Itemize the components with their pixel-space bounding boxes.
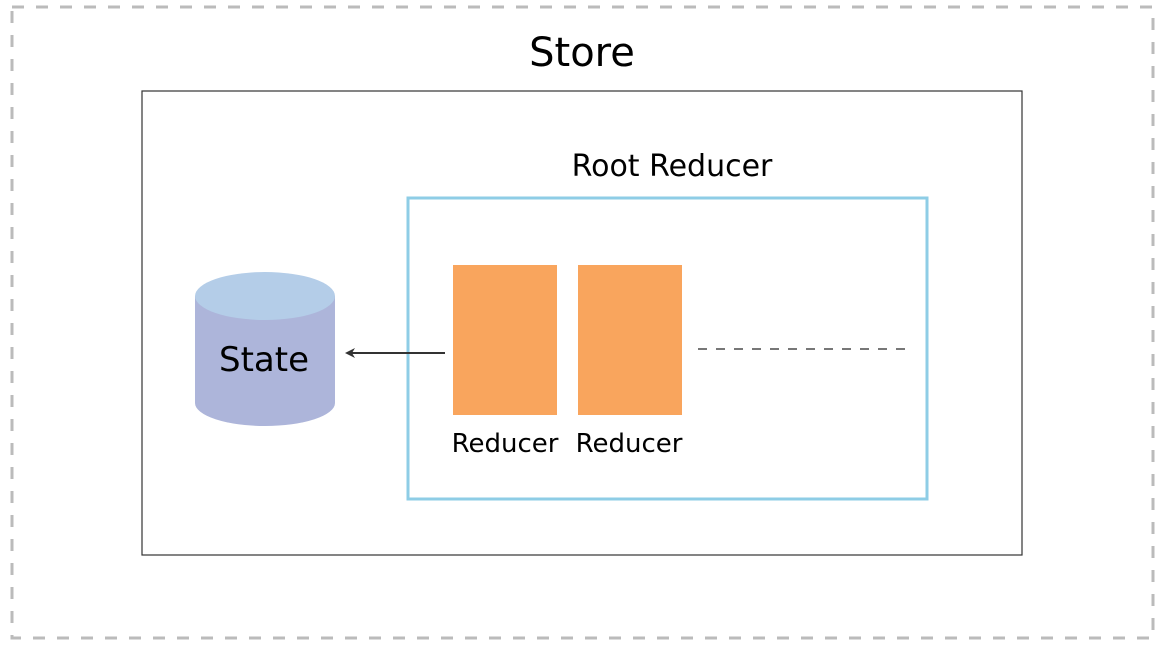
root-reducer-title: Root Reducer — [572, 149, 773, 184]
state-cylinder: State — [195, 272, 335, 426]
redux-store-diagram: Store Root Reducer State Reducer Reducer — [10, 5, 1155, 640]
reducer-block — [578, 265, 682, 415]
store-title: Store — [529, 30, 635, 76]
reducer-label: Reducer — [576, 429, 683, 459]
reducer-block — [453, 265, 557, 415]
reducer-label: Reducer — [452, 429, 559, 459]
state-cylinder-top — [195, 272, 335, 320]
state-label: State — [219, 340, 309, 380]
